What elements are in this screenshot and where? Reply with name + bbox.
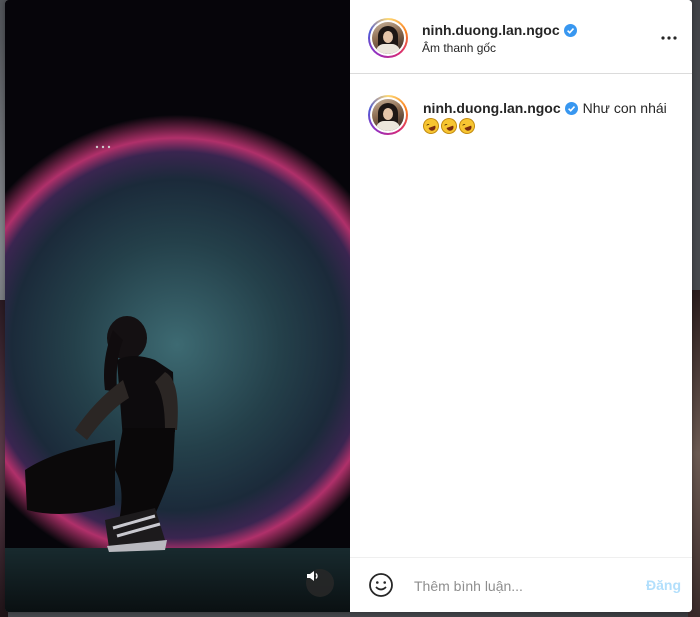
audio-label[interactable]: Âm thanh gốc xyxy=(422,41,496,55)
post-details-panel: ninh.duong.lan.ngoc Âm thanh gốc ninh.du… xyxy=(350,0,692,612)
post-modal: ninh.duong.lan.ngoc Âm thanh gốc ninh.du… xyxy=(5,0,692,612)
author-username[interactable]: ninh.duong.lan.ngoc xyxy=(422,22,560,38)
volume-icon xyxy=(307,571,318,581)
comment-input[interactable] xyxy=(412,573,636,599)
emoji-picker-icon[interactable] xyxy=(368,572,394,598)
more-horizontal-icon xyxy=(661,36,677,40)
author-avatar[interactable] xyxy=(368,18,408,58)
rolling-on-floor-laughing-icon xyxy=(456,115,478,137)
verified-badge-icon xyxy=(564,102,578,115)
sound-toggle-button[interactable] xyxy=(306,569,334,597)
caption-text: Như con nhái xyxy=(582,100,667,116)
caption-emojis xyxy=(420,115,478,137)
reel-video[interactable] xyxy=(5,0,350,612)
caption-author-avatar[interactable] xyxy=(368,95,408,135)
caption-author-username[interactable]: ninh.duong.lan.ngoc xyxy=(423,100,561,116)
verified-badge-icon xyxy=(563,24,577,37)
rolling-on-floor-laughing-icon xyxy=(438,115,460,137)
post-header: ninh.duong.lan.ngoc Âm thanh gốc xyxy=(350,0,692,74)
caption-line: ninh.duong.lan.ngoc Như con nhái xyxy=(423,100,667,116)
video-frame xyxy=(5,0,350,612)
post-comment-button[interactable]: Đăng xyxy=(646,577,681,593)
rolling-on-floor-laughing-icon xyxy=(420,115,442,137)
comment-composer: Đăng xyxy=(350,557,692,612)
author-username-link[interactable]: ninh.duong.lan.ngoc xyxy=(422,22,577,38)
more-options-button[interactable] xyxy=(657,26,681,50)
